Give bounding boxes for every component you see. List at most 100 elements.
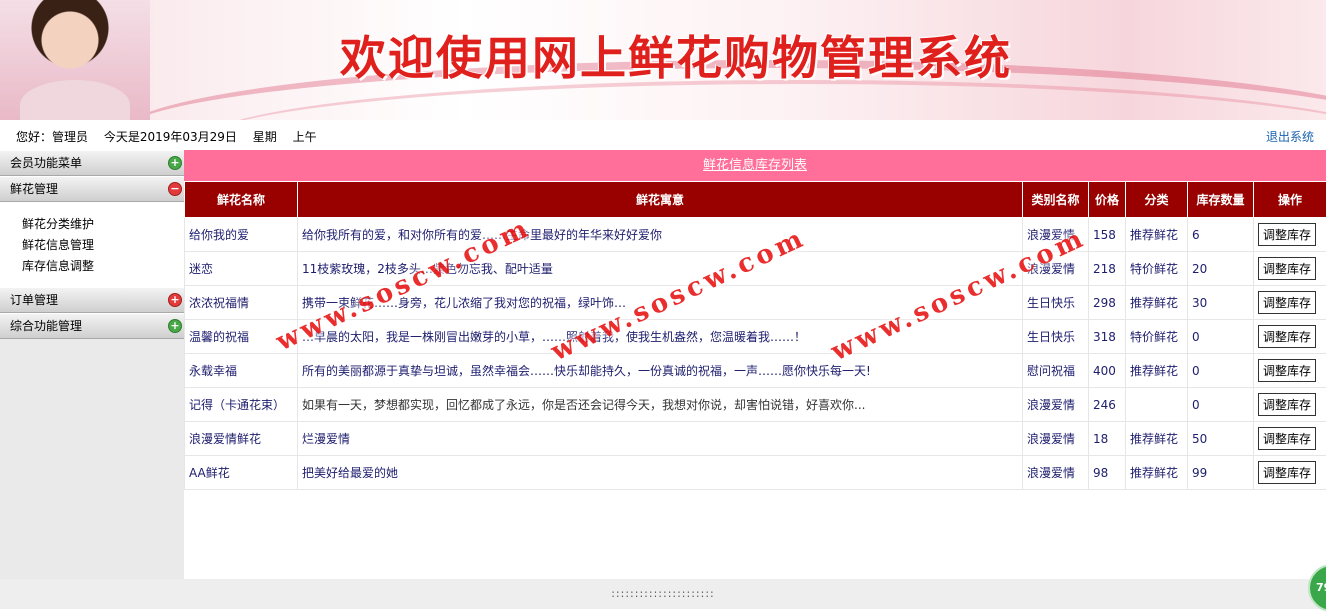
collapse-icon[interactable]: −: [168, 182, 182, 196]
table-cell-stock: 6: [1188, 218, 1254, 252]
system-title: 欢迎使用网上鲜花购物管理系统: [340, 22, 1012, 88]
table-cell-category: 生日快乐: [1023, 320, 1089, 354]
column-header: 分类: [1126, 182, 1188, 218]
sidebar-menu: 会员功能菜单 + 鲜花管理 − 鲜花分类维护 鲜花信息管理 库存信息调整 订单管…: [0, 150, 184, 579]
table-cell-name: 给你我的爱: [185, 218, 298, 252]
table-cell-stock: 0: [1188, 388, 1254, 422]
period-text: 上午: [293, 130, 317, 144]
adjust-stock-button[interactable]: 调整库存: [1258, 359, 1316, 382]
main-content: 鲜花信息库存列表 鲜花名称 鲜花寓意 类别名称 价格 分类 库存数量 操作 给你…: [184, 150, 1326, 579]
adjust-stock-button[interactable]: 调整库存: [1258, 291, 1316, 314]
table-row: 永载幸福所有的美丽都源于真挚与坦诚，虽然幸福会……快乐却能持久，一份真诚的祝福，…: [185, 354, 1326, 388]
adjust-stock-button[interactable]: 调整库存: [1258, 257, 1316, 280]
table-cell-class: 特价鲜花: [1126, 320, 1188, 354]
table-cell-price: 298: [1089, 286, 1126, 320]
table-cell-action: 调整库存: [1254, 354, 1326, 388]
flower-stock-table: 鲜花名称 鲜花寓意 类别名称 价格 分类 库存数量 操作 给你我的爱给你我所有的…: [184, 181, 1326, 490]
header-banner: 欢迎使用网上鲜花购物管理系统: [0, 0, 1326, 120]
table-cell-category: 浪漫爱情: [1023, 252, 1089, 286]
adjust-stock-button[interactable]: 调整库存: [1258, 325, 1316, 348]
flower-submenu: 鲜花分类维护 鲜花信息管理 库存信息调整: [0, 202, 184, 287]
menu-group-order[interactable]: 订单管理 +: [0, 287, 184, 313]
table-cell-price: 218: [1089, 252, 1126, 286]
table-cell-action: 调整库存: [1254, 456, 1326, 490]
weekday-text: 星期: [253, 130, 277, 144]
adjust-stock-button[interactable]: 调整库存: [1258, 393, 1316, 416]
greeting-area: 您好：管理员 今天是2019年03月29日 星期 上午: [16, 128, 329, 145]
date-text: 今天是2019年03月29日: [104, 130, 237, 144]
sidebar-item-stock[interactable]: 库存信息调整: [22, 256, 184, 277]
table-cell-meaning: 所有的美丽都源于真挚与坦诚，虽然幸福会……快乐却能持久，一份真诚的祝福，一声………: [298, 354, 1023, 388]
table-row: 温馨的祝福…早晨的太阳，我是一株刚冒出嫩芽的小草，……照射着我，使我生机盎然，您…: [185, 320, 1326, 354]
adjust-stock-button[interactable]: 调整库存: [1258, 427, 1316, 450]
table-cell-price: 400: [1089, 354, 1126, 388]
status-bar: 您好：管理员 今天是2019年03月29日 星期 上午 退出系统: [0, 120, 1326, 150]
menu-group-general[interactable]: 综合功能管理 +: [0, 313, 184, 339]
menu-group-label: 会员功能菜单: [10, 156, 82, 170]
expand-icon[interactable]: +: [168, 156, 182, 170]
column-header: 操作: [1254, 182, 1326, 218]
table-cell-category: 浪漫爱情: [1023, 218, 1089, 252]
menu-group-flower[interactable]: 鲜花管理 −: [0, 176, 184, 202]
table-row: 迷恋11枝紫玫瑰，2枝多头…紫色勿忘我、配叶适量浪漫爱情218特价鲜花20调整库…: [185, 252, 1326, 286]
greeting-text: 您好：管理员: [16, 130, 88, 144]
column-header: 类别名称: [1023, 182, 1089, 218]
table-cell-stock: 30: [1188, 286, 1254, 320]
column-header: 鲜花名称: [185, 182, 298, 218]
table-cell-stock: 20: [1188, 252, 1254, 286]
table-cell-category: 生日快乐: [1023, 286, 1089, 320]
expand-icon[interactable]: +: [168, 319, 182, 333]
table-cell-class: 推荐鲜花: [1126, 354, 1188, 388]
table-cell-name: 记得（卡通花束）: [185, 388, 298, 422]
table-cell-price: 98: [1089, 456, 1126, 490]
menu-group-label: 订单管理: [10, 293, 58, 307]
table-cell-price: 318: [1089, 320, 1126, 354]
table-cell-meaning: 携带一束鲜花……身旁，花儿浓缩了我对您的祝福，绿叶饰…: [298, 286, 1023, 320]
footer: ::::::::::::::::::::::: [0, 579, 1326, 609]
table-cell-meaning: 把美好给最爱的她: [298, 456, 1023, 490]
table-cell-name: 温馨的祝福: [185, 320, 298, 354]
table-cell-class: 推荐鲜花: [1126, 456, 1188, 490]
column-header: 价格: [1089, 182, 1126, 218]
menu-group-label: 综合功能管理: [10, 319, 82, 333]
adjust-stock-button[interactable]: 调整库存: [1258, 223, 1316, 246]
table-row: 浪漫爱情鲜花烂漫爱情浪漫爱情18推荐鲜花50调整库存: [185, 422, 1326, 456]
table-cell-class: 推荐鲜花: [1126, 218, 1188, 252]
column-header: 库存数量: [1188, 182, 1254, 218]
table-cell-stock: 50: [1188, 422, 1254, 456]
table-cell-name: 永载幸福: [185, 354, 298, 388]
table-cell-meaning: 如果有一天，梦想都实现，回忆都成了永远，你是否还会记得今天，我想对你说，却害怕说…: [298, 388, 1023, 422]
table-row: AA鲜花把美好给最爱的她浪漫爱情98推荐鲜花99调整库存: [185, 456, 1326, 490]
menu-group-label: 鲜花管理: [10, 182, 58, 196]
sidebar-item-flower-info[interactable]: 鲜花信息管理: [22, 235, 184, 256]
table-cell-action: 调整库存: [1254, 218, 1326, 252]
table-cell-action: 调整库存: [1254, 388, 1326, 422]
table-cell-class: 推荐鲜花: [1126, 286, 1188, 320]
table-cell-name: 迷恋: [185, 252, 298, 286]
table-cell-price: 18: [1089, 422, 1126, 456]
sidebar-item-category[interactable]: 鲜花分类维护: [22, 214, 184, 235]
table-row: 浓浓祝福情携带一束鲜花……身旁，花儿浓缩了我对您的祝福，绿叶饰…生日快乐298推…: [185, 286, 1326, 320]
table-cell-stock: 0: [1188, 320, 1254, 354]
table-cell-meaning: 11枝紫玫瑰，2枝多头…紫色勿忘我、配叶适量: [298, 252, 1023, 286]
table-cell-category: 慰问祝福: [1023, 354, 1089, 388]
table-cell-category: 浪漫爱情: [1023, 388, 1089, 422]
table-cell-price: 246: [1089, 388, 1126, 422]
table-row: 记得（卡通花束）如果有一天，梦想都实现，回忆都成了永远，你是否还会记得今天，我想…: [185, 388, 1326, 422]
adjust-stock-button[interactable]: 调整库存: [1258, 461, 1316, 484]
table-cell-stock: 99: [1188, 456, 1254, 490]
table-cell-meaning: …早晨的太阳，我是一株刚冒出嫩芽的小草，……照射着我，使我生机盎然，您温暖着我……: [298, 320, 1023, 354]
table-header-row: 鲜花名称 鲜花寓意 类别名称 价格 分类 库存数量 操作: [185, 182, 1326, 218]
table-cell-action: 调整库存: [1254, 422, 1326, 456]
table-cell-name: 浪漫爱情鲜花: [185, 422, 298, 456]
menu-group-member[interactable]: 会员功能菜单 +: [0, 150, 184, 176]
column-header: 鲜花寓意: [298, 182, 1023, 218]
table-cell-name: AA鲜花: [185, 456, 298, 490]
expand-icon[interactable]: +: [168, 293, 182, 307]
logout-link[interactable]: 退出系统: [1266, 128, 1314, 145]
table-cell-class: [1126, 388, 1188, 422]
table-cell-category: 浪漫爱情: [1023, 422, 1089, 456]
list-title[interactable]: 鲜花信息库存列表: [184, 150, 1326, 181]
table-cell-stock: 0: [1188, 354, 1254, 388]
table-cell-action: 调整库存: [1254, 252, 1326, 286]
